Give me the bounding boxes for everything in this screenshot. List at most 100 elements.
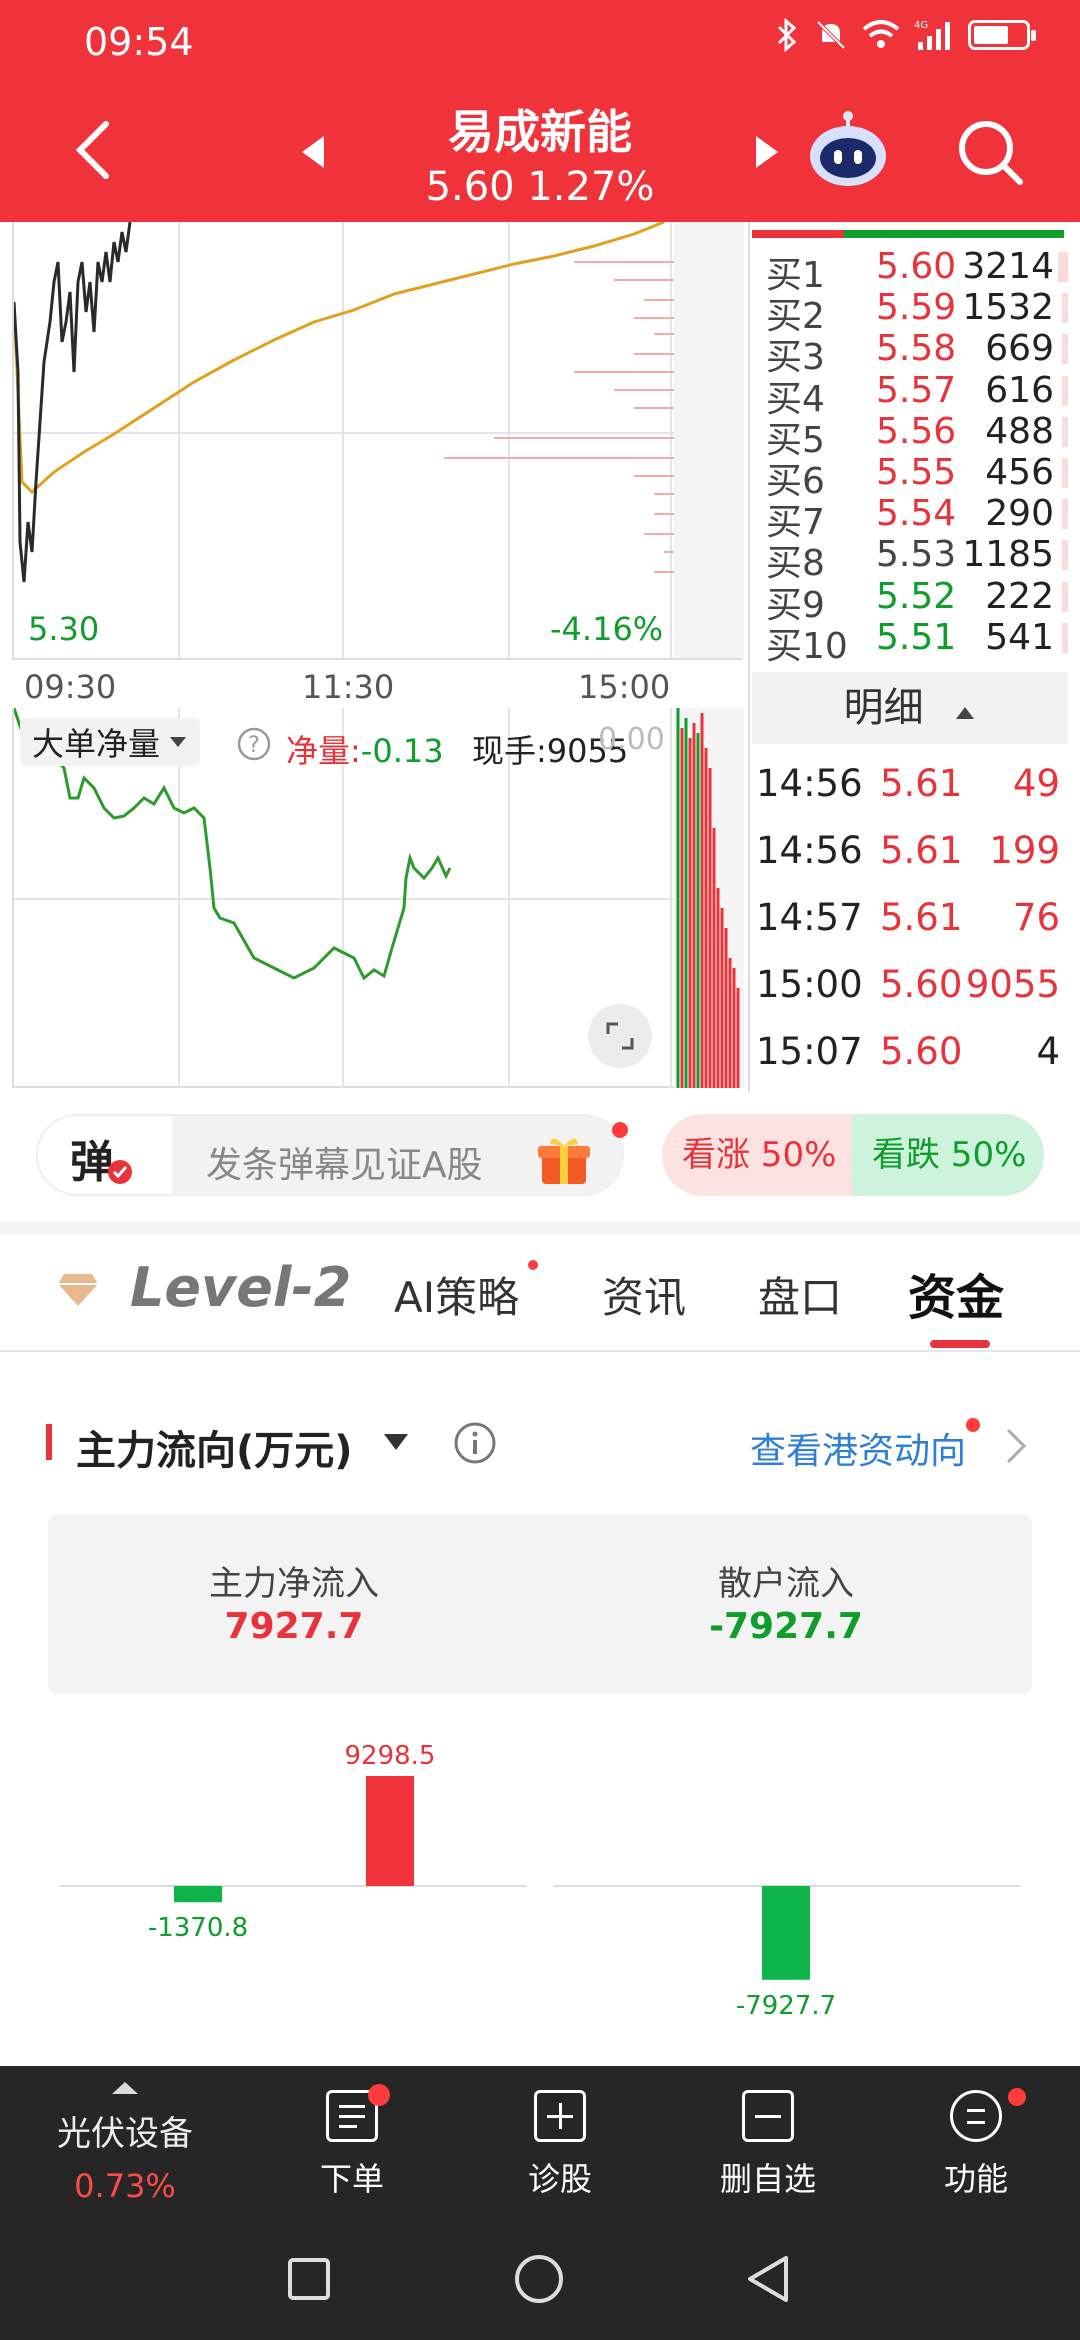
main-flow-value-label: -1370.8: [148, 1913, 248, 1943]
tick-row: 14:57 5.61 76: [752, 896, 1068, 962]
bid-volume-bar: [1062, 293, 1068, 324]
bull-button[interactable]: 看涨 50%: [662, 1114, 854, 1196]
nav-order[interactable]: 下单: [272, 2084, 432, 2200]
tab-ai-strategy[interactable]: AI策略: [394, 1264, 519, 1325]
bid-volume-bar: [1062, 540, 1068, 571]
bid-row[interactable]: 买9 5.52 222: [752, 575, 1068, 626]
bid-volume-bar: [1062, 458, 1068, 488]
chevron-right-icon[interactable]: [1004, 1426, 1028, 1466]
bear-button[interactable]: 看跌 50%: [852, 1114, 1044, 1196]
info-icon[interactable]: [452, 1420, 498, 1466]
dropdown-triangle-icon[interactable]: [380, 1430, 412, 1454]
tick-price: 5.60: [880, 963, 963, 1006]
detail-tab[interactable]: 明细: [752, 672, 1068, 744]
expand-chart-button[interactable]: [588, 1004, 652, 1068]
tick-row: 14:56 5.61 49: [752, 762, 1068, 828]
app-header: 09:54 4G 易成新能 5.60 1.27%: [0, 0, 1080, 222]
buy-ratio-bar: [752, 230, 844, 238]
bid-volume-bar: [1062, 375, 1068, 406]
bid-row[interactable]: 买10 5.51 541: [752, 616, 1068, 667]
robot-assistant-icon[interactable]: [806, 110, 890, 190]
danmu-placeholder: 发条弹幕见证A股: [206, 1145, 483, 1186]
bid-row[interactable]: 买7 5.54 290: [752, 493, 1068, 543]
system-back-icon[interactable]: [744, 2252, 792, 2306]
retail-inflow-value: -7927.7: [709, 1606, 863, 1647]
status-icons: 4G: [774, 18, 1036, 52]
bottom-nav: 光伏设备 0.73% 下单 诊股 删自选 功能: [0, 2066, 1080, 2340]
bid-price: 5.55: [876, 452, 957, 493]
bid-price: 5.58: [876, 328, 957, 370]
dropdown-triangle-icon: [170, 737, 187, 747]
menu-circle-icon: [950, 2090, 1002, 2142]
prev-stock-icon[interactable]: [298, 134, 328, 170]
bid-volume: 616: [985, 369, 1054, 411]
notification-dot: [966, 1418, 980, 1432]
fund-flow-bar-chart: -1370.8 9298.5 -7927.7: [60, 1741, 1020, 2021]
time-axis-mid: 11:30: [302, 668, 395, 706]
bid-price: 5.54: [876, 493, 957, 535]
back-arrow-icon[interactable]: [70, 118, 114, 182]
tick-time: 14:56: [756, 762, 863, 805]
bid-volume-bar: [1062, 499, 1068, 530]
divider: [12, 658, 742, 660]
tab-order-book[interactable]: 盘口: [758, 1264, 842, 1325]
bid-row[interactable]: 买5 5.56 488: [752, 410, 1068, 461]
tab-divider: [0, 1350, 1080, 1352]
gift-icon[interactable]: [536, 1132, 592, 1186]
notification-dot: [1008, 2088, 1026, 2106]
bid-price: 5.56: [876, 410, 957, 452]
bid-price: 5.52: [876, 575, 957, 617]
signal-icon: 4G: [914, 20, 950, 50]
bid-volume: 290: [985, 493, 1054, 535]
tab-level2[interactable]: Level-2: [130, 1256, 351, 1319]
bid-volume: 3214: [962, 246, 1054, 287]
bid-row[interactable]: 买8 5.53 1185: [752, 534, 1068, 584]
diagnose-icon: [534, 2090, 586, 2142]
tick-price: 5.61: [880, 829, 963, 872]
indicator-selector[interactable]: 大单净量: [20, 718, 201, 766]
bid-volume-bar: [1062, 416, 1068, 447]
indicator-chart[interactable]: 大单净量 ? 净量:-0.13 现手:9055 0.00: [12, 708, 744, 1088]
stock-name[interactable]: 易成新能: [330, 96, 750, 162]
system-recents-icon[interactable]: [286, 2256, 332, 2302]
net-amount: 净量:-0.13: [286, 726, 444, 772]
tab-news[interactable]: 资讯: [602, 1264, 686, 1325]
bid-row[interactable]: 买1 5.60 3214: [752, 246, 1068, 296]
nav-functions[interactable]: 功能: [896, 2088, 1056, 2200]
tick-volume: 49: [1012, 762, 1060, 805]
bid-row[interactable]: 买4 5.57 616: [752, 369, 1068, 420]
search-icon[interactable]: [956, 118, 1026, 188]
bid-row[interactable]: 买2 5.59 1532: [752, 287, 1068, 337]
tab-funds[interactable]: 资金: [908, 1258, 1004, 1328]
bid-price: 5.51: [876, 616, 957, 658]
danmu-bar[interactable]: 弹 发条弹幕见证A股: [36, 1114, 628, 1196]
bid-volume-bar: [1062, 334, 1068, 365]
tick-volume: 9055: [965, 963, 1060, 1006]
retail-inflow-label: 散户流入: [718, 1564, 854, 1604]
chart-pct-label: -4.16%: [550, 610, 664, 648]
danmu-toggle[interactable]: 弹: [38, 1116, 172, 1194]
bid-volume-bar: [1062, 581, 1068, 612]
tick-price: 5.61: [880, 896, 963, 939]
indicator-volume-bars: [676, 708, 740, 1088]
flow-summary-card: 主力净流入 7927.7 散户流入 -7927.7: [48, 1514, 1032, 1694]
sector-widget[interactable]: 光伏设备 0.73%: [0, 2080, 250, 2205]
main-flow-value-label: 9298.5: [345, 1741, 436, 1771]
intraday-chart[interactable]: 5.30 -4.16%: [12, 222, 744, 660]
nav-remove-watchlist[interactable]: 删自选: [688, 2090, 848, 2200]
danmu-input[interactable]: 发条弹幕见证A股: [172, 1116, 622, 1194]
tick-volume: 4: [1036, 1030, 1060, 1073]
tick-price: 5.60: [880, 1030, 963, 1073]
bid-price: 5.60: [876, 246, 957, 287]
bid-row[interactable]: 买3 5.58 669: [752, 328, 1068, 378]
tick-time: 14:57: [756, 896, 863, 939]
system-home-icon[interactable]: [512, 2252, 566, 2306]
hk-flow-link[interactable]: 查看港资动向: [750, 1422, 966, 1474]
bid-price: 5.57: [876, 369, 957, 411]
fund-flow-title: 主力流向(万元): [76, 1428, 353, 1474]
help-icon[interactable]: ?: [236, 726, 272, 762]
nav-diagnose[interactable]: 诊股: [480, 2090, 640, 2200]
next-stock-icon[interactable]: [752, 134, 782, 170]
nav-order-label: 下单: [319, 2160, 384, 2198]
bid-row[interactable]: 买6 5.55 456: [752, 452, 1068, 502]
